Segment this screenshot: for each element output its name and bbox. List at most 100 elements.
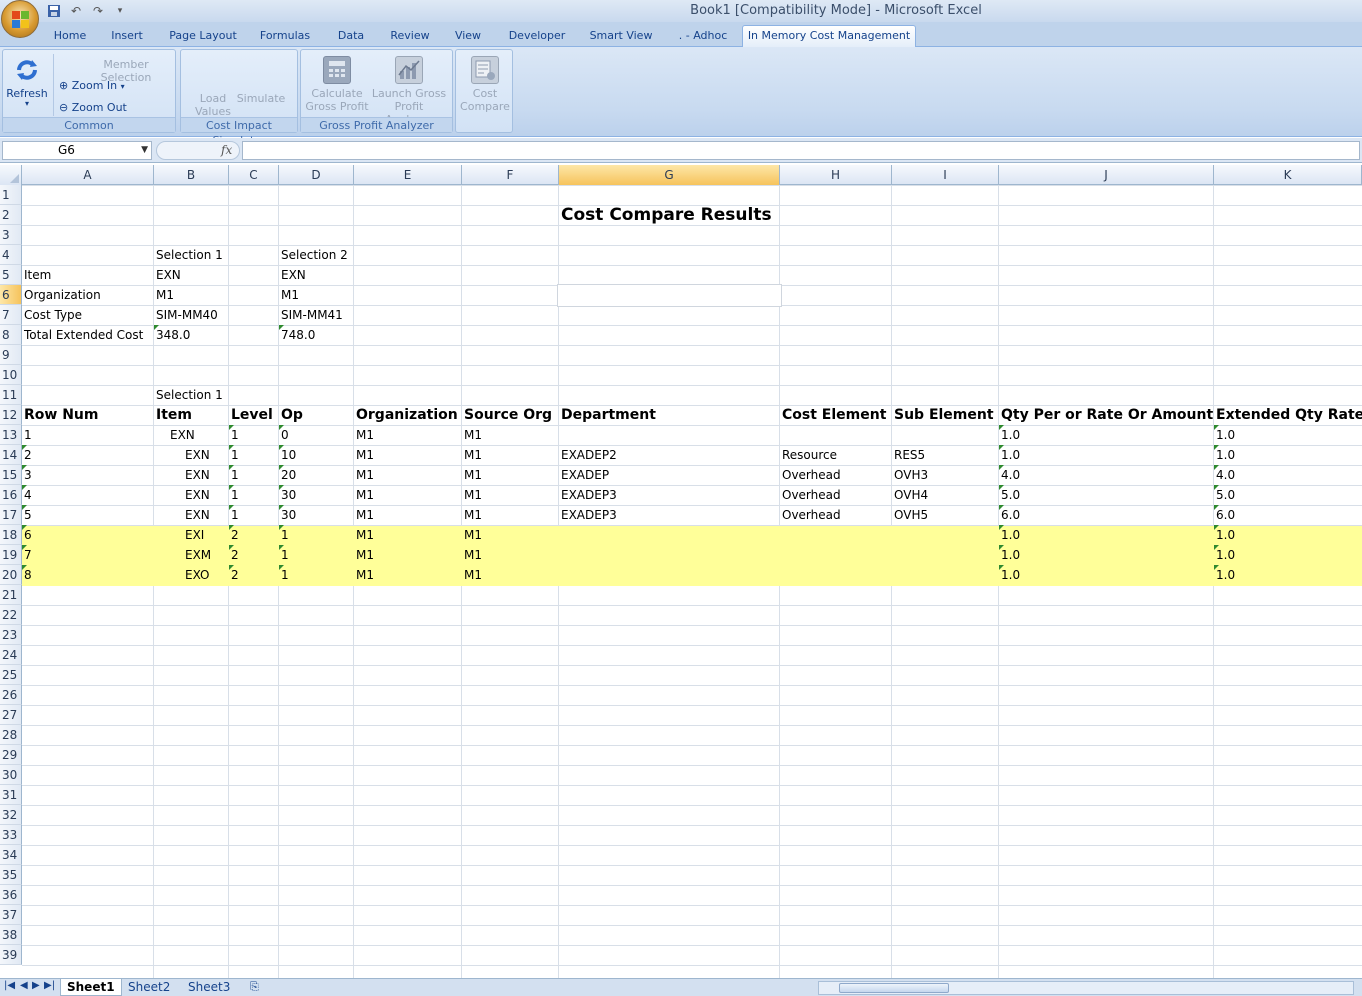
row-header[interactable]: 4 bbox=[0, 245, 22, 265]
row-header[interactable]: 17 bbox=[0, 505, 22, 525]
row-header[interactable]: 26 bbox=[0, 685, 22, 705]
table-cell[interactable]: M1 bbox=[462, 445, 559, 465]
table-cell[interactable]: 1.0 bbox=[1214, 525, 1362, 545]
table-cell[interactable]: 2 bbox=[229, 525, 279, 545]
row-header[interactable]: 39 bbox=[0, 945, 22, 965]
table-cell[interactable]: 1.0 bbox=[1214, 425, 1362, 445]
select-all-button[interactable] bbox=[0, 165, 22, 185]
row-header[interactable]: 12 bbox=[0, 405, 22, 425]
table-cell[interactable]: 2 bbox=[22, 445, 154, 465]
column-header[interactable]: C bbox=[229, 165, 279, 185]
table-header[interactable]: Qty Per or Rate Or Amount bbox=[999, 405, 1214, 425]
row-header[interactable]: 3 bbox=[0, 225, 22, 245]
table-cell[interactable]: 6.0 bbox=[1214, 505, 1362, 525]
table-header[interactable]: Level bbox=[229, 405, 279, 425]
table-cell[interactable]: EXADEP2 bbox=[559, 445, 780, 465]
table-header[interactable]: Source Org bbox=[462, 405, 559, 425]
row-header[interactable]: 35 bbox=[0, 865, 22, 885]
table-cell[interactable]: EXN bbox=[154, 505, 229, 525]
table-cell[interactable]: 1.0 bbox=[999, 445, 1214, 465]
name-box[interactable]: G6 ▼ bbox=[2, 141, 152, 160]
table-cell[interactable] bbox=[559, 545, 780, 565]
row-header[interactable]: 16 bbox=[0, 485, 22, 505]
table-cell[interactable]: 1 bbox=[279, 565, 354, 585]
table-cell[interactable]: EXADEP bbox=[559, 465, 780, 485]
first-sheet-icon[interactable]: |◀ bbox=[4, 980, 15, 991]
table-cell[interactable]: 1 bbox=[22, 425, 154, 445]
row-header[interactable]: 9 bbox=[0, 345, 22, 365]
tab-data[interactable]: Data bbox=[330, 26, 372, 47]
summary-label[interactable]: Organization bbox=[22, 285, 154, 305]
table-cell[interactable]: Overhead bbox=[780, 465, 892, 485]
horizontal-scrollbar-thumb[interactable] bbox=[839, 983, 949, 993]
tab-formulas[interactable]: Formulas bbox=[254, 26, 316, 47]
next-sheet-icon[interactable]: ▶ bbox=[32, 980, 40, 991]
summary-label[interactable]: Item bbox=[22, 265, 154, 285]
row-header[interactable]: 13 bbox=[0, 425, 22, 445]
zoom-in-button[interactable]: ⊕ Zoom In ▾ bbox=[59, 79, 125, 93]
table-header[interactable]: Item bbox=[154, 405, 229, 425]
row-header[interactable]: 10 bbox=[0, 365, 22, 385]
table-cell[interactable]: 1 bbox=[229, 445, 279, 465]
tab-adhoc[interactable]: . - Adhoc bbox=[670, 26, 736, 47]
row-header[interactable]: 22 bbox=[0, 605, 22, 625]
table-cell[interactable]: 1 bbox=[229, 425, 279, 445]
cost-compare-button[interactable]: Cost Compare bbox=[460, 56, 510, 113]
table-cell[interactable]: OVH5 bbox=[892, 505, 999, 525]
column-header[interactable]: D bbox=[279, 165, 354, 185]
row-header[interactable]: 23 bbox=[0, 625, 22, 645]
row-header[interactable]: 21 bbox=[0, 585, 22, 605]
table-cell[interactable] bbox=[892, 425, 999, 445]
table-cell[interactable]: M1 bbox=[462, 525, 559, 545]
table-cell[interactable]: M1 bbox=[462, 485, 559, 505]
summary-label[interactable]: Cost Type bbox=[22, 305, 154, 325]
tab-developer[interactable]: Developer bbox=[502, 26, 572, 47]
table-header[interactable]: Row Num bbox=[22, 405, 154, 425]
table-cell[interactable]: 4.0 bbox=[1214, 465, 1362, 485]
column-header[interactable]: F bbox=[462, 165, 559, 185]
selection-1-label[interactable]: Selection 1 bbox=[154, 245, 229, 265]
table-header[interactable]: Organization bbox=[354, 405, 462, 425]
summary-selection-2-value[interactable]: SIM-MM41 bbox=[279, 305, 354, 325]
table-cell[interactable]: 4.0 bbox=[999, 465, 1214, 485]
table-cell[interactable]: M1 bbox=[462, 545, 559, 565]
table-cell[interactable]: OVH3 bbox=[892, 465, 999, 485]
column-header[interactable]: J bbox=[999, 165, 1214, 185]
sheet-tab-sheet3[interactable]: Sheet3 bbox=[182, 979, 236, 996]
row-header[interactable]: 33 bbox=[0, 825, 22, 845]
table-cell[interactable] bbox=[780, 545, 892, 565]
table-header[interactable]: Cost Element bbox=[780, 405, 892, 425]
row-header[interactable]: 28 bbox=[0, 725, 22, 745]
row-header[interactable]: 6 bbox=[0, 285, 22, 305]
row-header[interactable]: 20 bbox=[0, 565, 22, 585]
table-cell[interactable]: M1 bbox=[462, 425, 559, 445]
row-header[interactable]: 14 bbox=[0, 445, 22, 465]
table-cell[interactable]: Overhead bbox=[780, 505, 892, 525]
table-cell[interactable]: 30 bbox=[279, 485, 354, 505]
column-header[interactable]: K bbox=[1214, 165, 1362, 185]
column-header[interactable]: G bbox=[559, 165, 780, 185]
table-cell[interactable] bbox=[892, 525, 999, 545]
table-cell[interactable]: 20 bbox=[279, 465, 354, 485]
cell-area[interactable]: Cost Compare Results Selection 1 Selection… bbox=[22, 185, 1362, 978]
row-header[interactable]: 29 bbox=[0, 745, 22, 765]
summary-selection-1-value[interactable]: 348.0 bbox=[154, 325, 229, 345]
summary-selection-2-value[interactable]: M1 bbox=[279, 285, 354, 305]
tab-home[interactable]: Home bbox=[48, 26, 92, 47]
column-header[interactable]: E bbox=[354, 165, 462, 185]
table-cell[interactable]: 2 bbox=[229, 565, 279, 585]
table-cell[interactable] bbox=[559, 425, 780, 445]
table-cell[interactable]: 1 bbox=[279, 545, 354, 565]
table-cell[interactable]: 30 bbox=[279, 505, 354, 525]
insert-function-icon[interactable]: fx bbox=[221, 143, 232, 157]
table-header[interactable]: Extended Qty Rate bbox=[1214, 405, 1362, 425]
summary-selection-2-value[interactable]: 748.0 bbox=[279, 325, 354, 345]
column-header[interactable]: A bbox=[22, 165, 154, 185]
sheet-tab-sheet1[interactable]: Sheet1 bbox=[60, 979, 122, 996]
table-cell[interactable]: 6.0 bbox=[999, 505, 1214, 525]
row-header[interactable]: 2 bbox=[0, 205, 22, 225]
table-cell[interactable]: EXN bbox=[154, 445, 229, 465]
table-cell[interactable]: EXADEP3 bbox=[559, 505, 780, 525]
table-cell[interactable]: EXN bbox=[154, 465, 229, 485]
row-header[interactable]: 11 bbox=[0, 385, 22, 405]
